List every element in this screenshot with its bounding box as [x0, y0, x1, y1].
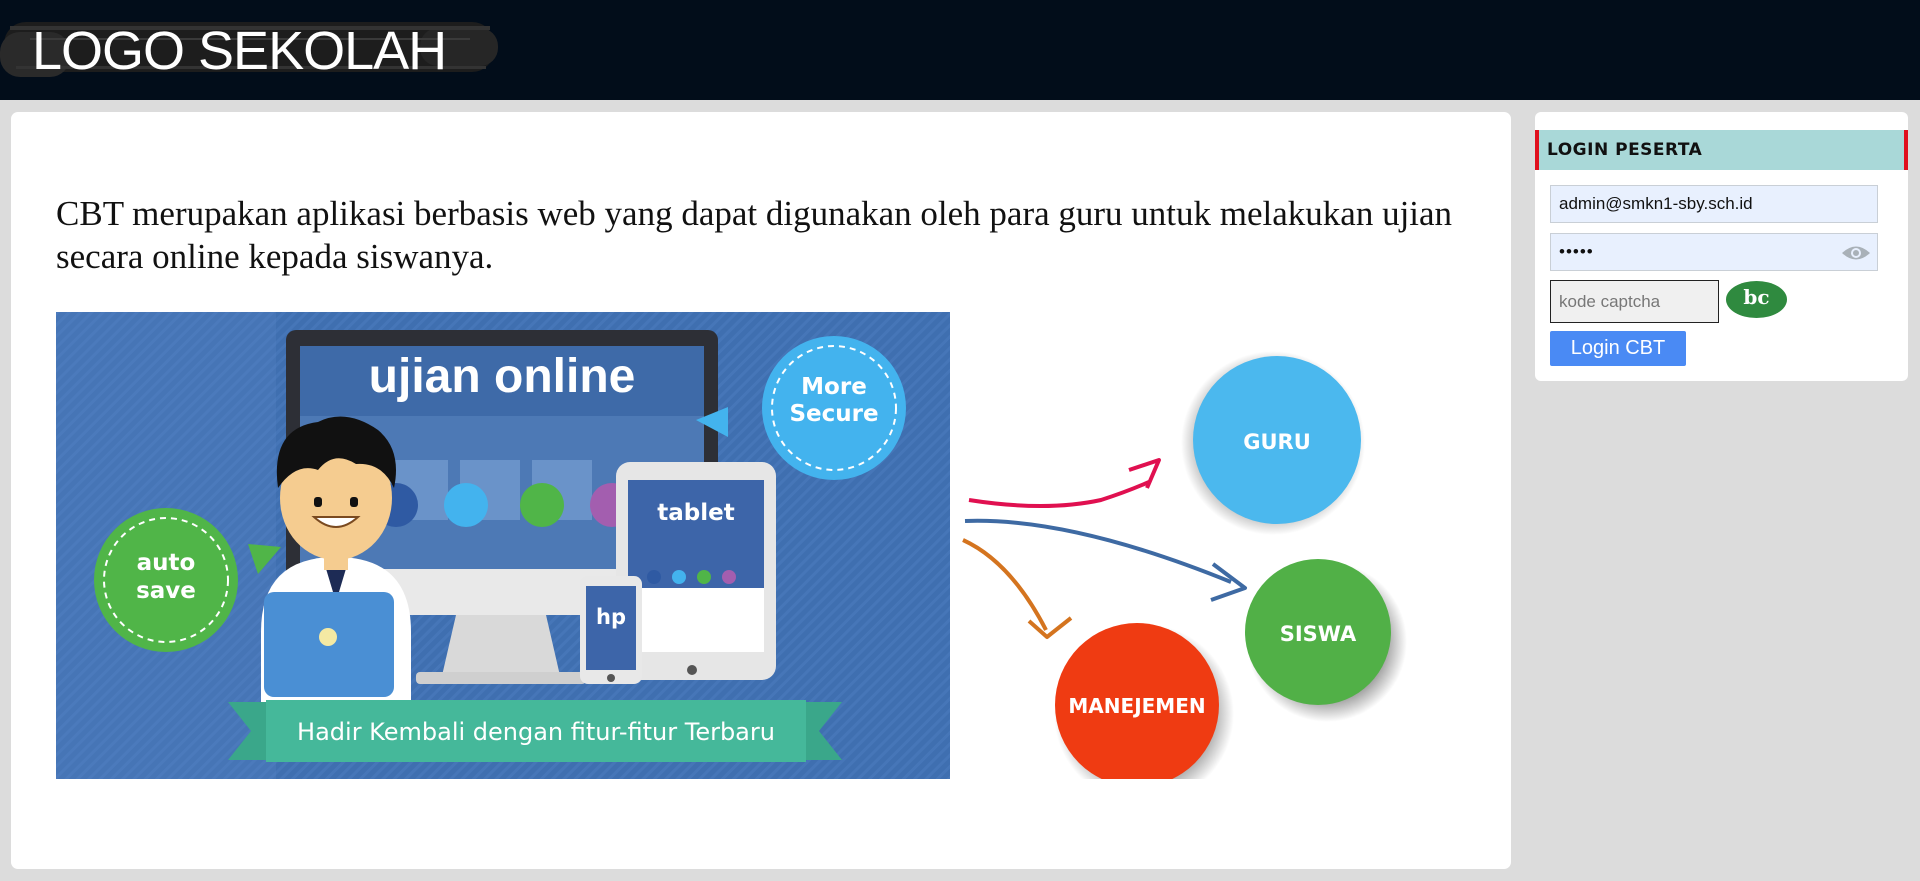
login-panel-title: LOGIN PESERTA — [1535, 130, 1908, 170]
tablet-label: tablet — [657, 500, 734, 526]
roles-diagram: GURU SISWA MANEJEMEN — [962, 351, 1407, 779]
school-logo[interactable]: LOGO SEKOLAH — [0, 10, 500, 90]
bubble-autosave-line1: auto — [137, 550, 196, 576]
username-input[interactable] — [1550, 185, 1878, 223]
top-header-bar: LOGO SEKOLAH — [0, 0, 1920, 100]
login-panel: LOGIN PESERTA bc Login CBT — [1535, 112, 1908, 381]
password-input[interactable] — [1550, 233, 1878, 271]
captcha-image: bc — [1726, 281, 1787, 318]
role-guru-label: GURU — [1243, 430, 1311, 454]
bubble-autosave-line2: save — [136, 578, 196, 604]
arrow-to-manejemen — [962, 538, 1048, 631]
phone-label: hp — [596, 605, 626, 629]
bubble-secure-line2: Secure — [789, 401, 878, 427]
ribbon-text: Hadir Kembali dengan fitur-fitur Terbaru — [297, 718, 775, 746]
bubble-secure-line1: More — [801, 374, 867, 400]
arrow-to-guru — [968, 480, 1150, 508]
main-content-panel: CBT merupakan aplikasi berbasis web yang… — [11, 112, 1511, 869]
role-siswa-label: SISWA — [1280, 622, 1357, 646]
ujian-online-banner: ujian online More Secure tablet hp auto … — [56, 312, 950, 779]
captcha-input[interactable] — [1550, 280, 1719, 323]
logo-text: LOGO SEKOLAH — [32, 21, 447, 81]
intro-paragraph: CBT merupakan aplikasi berbasis web yang… — [56, 194, 1453, 276]
role-manejemen-label: MANEJEMEN — [1068, 694, 1205, 718]
banner-title: ujian online — [369, 350, 636, 403]
eye-icon[interactable] — [1841, 243, 1871, 263]
monitor-stand — [441, 615, 561, 680]
login-cbt-button[interactable]: Login CBT — [1550, 331, 1686, 366]
